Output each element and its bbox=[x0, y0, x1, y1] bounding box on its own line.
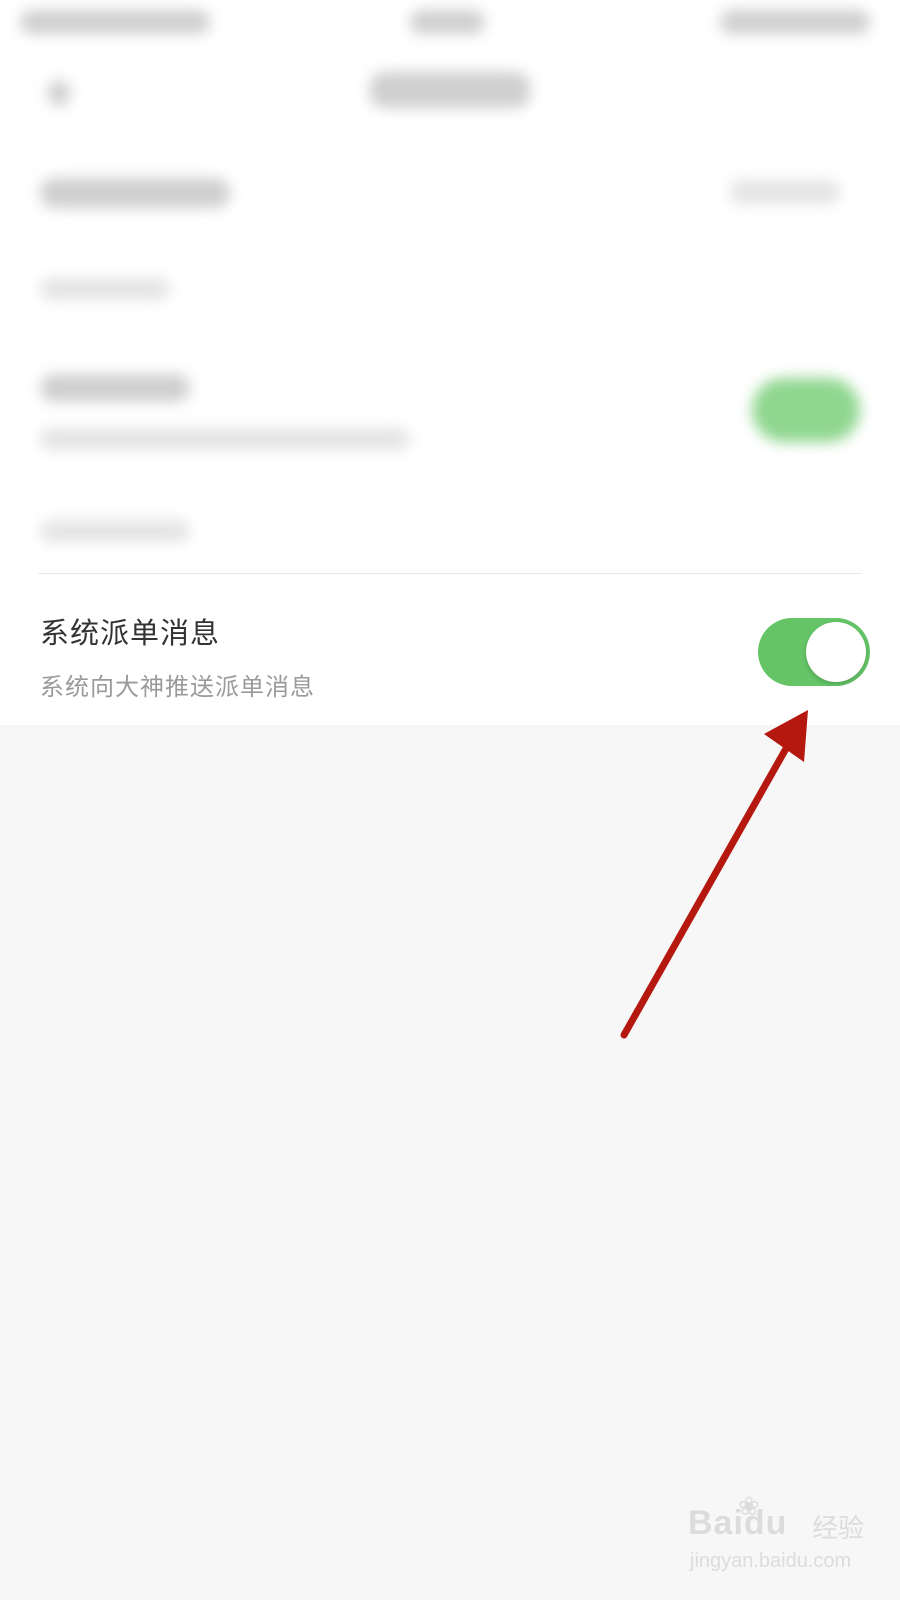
setting-row-2-toggle[interactable] bbox=[752, 378, 860, 442]
watermark-url: jingyan.baidu.com bbox=[690, 1550, 852, 1572]
setting-row-2-desc bbox=[40, 428, 410, 450]
settings-panel: 系统派单消息 系统向大神推送派单消息 bbox=[0, 0, 900, 725]
arrow-shaft bbox=[620, 734, 796, 1039]
baidu-watermark: ❀ Baidu 经验 jingyan.baidu.com bbox=[688, 1492, 868, 1584]
setting-row-2-title bbox=[40, 374, 190, 402]
back-icon[interactable] bbox=[48, 80, 70, 106]
setting-row-1-value[interactable] bbox=[730, 180, 840, 204]
section-header-1 bbox=[40, 278, 170, 300]
setting-description: 系统向大神推送派单消息 bbox=[40, 673, 315, 701]
setting-row-1-title bbox=[40, 178, 230, 208]
section-header-2 bbox=[40, 520, 190, 542]
row-divider bbox=[38, 573, 862, 574]
blurred-content bbox=[0, 0, 900, 570]
status-bar-left bbox=[20, 10, 210, 34]
dispatch-message-toggle[interactable] bbox=[758, 618, 870, 686]
page-title bbox=[370, 72, 530, 108]
toggle-knob bbox=[806, 622, 866, 682]
setting-title: 系统派单消息 bbox=[40, 616, 221, 650]
watermark-logo: Baidu bbox=[688, 1504, 788, 1542]
watermark-brand: 经验 bbox=[812, 1514, 865, 1544]
status-bar-time bbox=[410, 10, 485, 34]
status-bar-right bbox=[720, 10, 870, 34]
